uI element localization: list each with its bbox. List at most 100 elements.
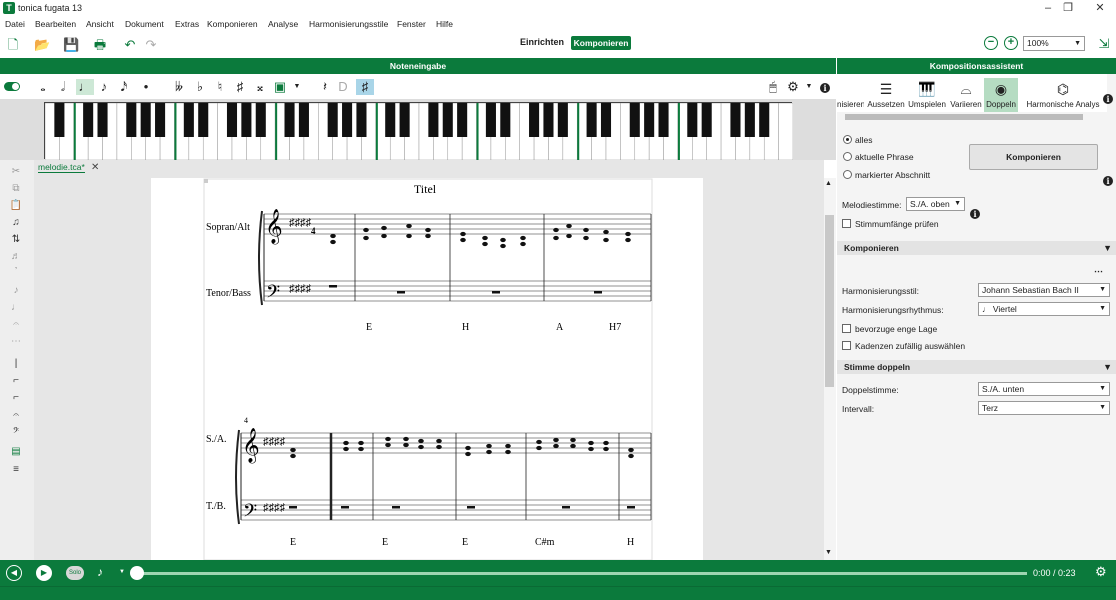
rhythmus-select[interactable]: ♩ Viertel ▼: [978, 302, 1110, 316]
save-icon[interactable]: 💾: [63, 37, 79, 53]
chord-d7-icon[interactable]: D: [336, 79, 350, 95]
open-folder-icon[interactable]: 📂: [34, 37, 50, 53]
chord-t7-icon[interactable]: ♯: [356, 79, 374, 95]
rewind-icon[interactable]: ◀: [6, 565, 22, 581]
more-options-icon[interactable]: ⋯: [1094, 266, 1103, 277]
ribbon-variieren[interactable]: ⌓ Variieren: [949, 78, 983, 112]
komponieren-button[interactable]: Komponieren: [969, 144, 1098, 170]
piano-keys[interactable]: [44, 102, 794, 161]
menu-fenster[interactable]: Fenster: [397, 19, 426, 29]
playback-knob[interactable]: [130, 566, 144, 580]
print-icon[interactable]: 🖶: [92, 37, 108, 53]
scope-abschnitt-radio[interactable]: [843, 170, 852, 179]
menu-bearbeiten[interactable]: Bearbeiten: [35, 19, 76, 29]
double-sharp-icon[interactable]: 𝄪: [253, 79, 267, 95]
half-note-icon[interactable]: 𝅗𝅥: [56, 79, 70, 95]
chevron-down-icon[interactable]: ▼: [802, 79, 816, 95]
info-icon[interactable]: i: [1103, 94, 1113, 104]
playback-track[interactable]: [136, 572, 1027, 575]
section-komponieren[interactable]: Komponieren ▼: [837, 241, 1116, 255]
info-icon[interactable]: i: [820, 83, 830, 93]
scope-phrase-radio[interactable]: [843, 152, 852, 161]
rest-icon[interactable]: 𝄽: [318, 79, 332, 95]
clef-icon[interactable]: 𝄢: [9, 427, 23, 439]
score-page[interactable]: Titel Sopran/Alt Tenor/Bass S./A. T./B. …: [151, 178, 703, 561]
ribbon-harmonische-analyse[interactable]: ⌬ Harmonische Analys: [1021, 78, 1105, 112]
kadenzen-checkbox[interactable]: [842, 341, 851, 350]
ribbon-umspielen[interactable]: 🎹 Umspielen: [907, 78, 947, 112]
menu-komponieren[interactable]: Komponieren: [207, 19, 258, 29]
tool-icon[interactable]: ⋯: [9, 336, 23, 348]
cut-icon[interactable]: ✂: [9, 166, 23, 178]
section-stimme-doppeln[interactable]: Stimme doppeln ▼: [837, 360, 1116, 374]
settings-icon[interactable]: ⚙: [1095, 564, 1107, 580]
close-button[interactable]: ✕: [1086, 0, 1114, 16]
undo-icon[interactable]: ↶: [122, 37, 138, 53]
zoom-in-icon[interactable]: +: [1004, 36, 1018, 50]
gear-icon[interactable]: ⚙: [786, 79, 800, 95]
flat-icon[interactable]: ♭: [193, 79, 207, 95]
sixteenth-note-icon[interactable]: 𝅘𝅥𝅯: [117, 79, 131, 95]
piano-keyboard[interactable]: [44, 102, 794, 161]
paste-icon[interactable]: 📋: [9, 200, 23, 212]
menu-analyse[interactable]: Analyse: [268, 19, 298, 29]
menu-extras[interactable]: Extras: [175, 19, 199, 29]
menu-harmonisierungsstile[interactable]: Harmonisierungsstile: [309, 19, 388, 29]
solo-button[interactable]: Solo: [66, 566, 84, 580]
document-tab[interactable]: melodie.tca*: [38, 162, 85, 173]
copy-icon[interactable]: ⧉: [9, 183, 23, 195]
tool-icon[interactable]: 𝄐: [9, 319, 23, 331]
enge-lage-checkbox[interactable]: [842, 324, 851, 333]
eighth-note-icon[interactable]: ♪: [97, 79, 111, 95]
melodiestimme-select[interactable]: S./A. oben ▼: [906, 197, 965, 211]
menu-datei[interactable]: Datei: [5, 19, 25, 29]
whole-note-icon[interactable]: 𝅝: [36, 79, 50, 95]
menu-ansicht[interactable]: Ansicht: [86, 19, 114, 29]
chevron-down-icon[interactable]: ▼: [119, 569, 125, 575]
chevron-down-icon[interactable]: ▼: [290, 79, 304, 95]
double-flat-icon[interactable]: 𝄫: [172, 79, 186, 95]
ribbon-aussetzen[interactable]: ☰ Aussetzen: [866, 78, 906, 112]
menu-hilfe[interactable]: Hilfe: [436, 19, 453, 29]
sharp-icon[interactable]: ♯: [233, 79, 247, 95]
mode-einrichten[interactable]: Einrichten: [520, 37, 564, 47]
score-title[interactable]: Titel: [414, 182, 437, 196]
scope-alles-radio[interactable]: [843, 135, 852, 144]
lines-icon[interactable]: ≡: [9, 464, 23, 476]
score[interactable]: Titel Sopran/Alt Tenor/Bass S./A. T./B. …: [151, 178, 703, 561]
tie-icon[interactable]: ▣: [273, 79, 287, 95]
intervall-select[interactable]: Terz ▼: [978, 401, 1110, 415]
ribbon-doppeln[interactable]: ◉ Doppeln: [984, 78, 1018, 112]
voices-icon[interactable]: ♫: [9, 217, 23, 229]
stil-select[interactable]: Johann Sebastian Bach II ▼: [978, 283, 1110, 297]
play-icon[interactable]: ▶: [36, 565, 52, 581]
page-handle[interactable]: [204, 179, 208, 183]
menu-dokument[interactable]: Dokument: [125, 19, 164, 29]
quarter-note-icon[interactable]: ♩: [76, 79, 94, 95]
new-file-icon[interactable]: 🗋: [5, 37, 21, 53]
tool-icon[interactable]: ♩: [9, 302, 23, 314]
scroll-up-icon[interactable]: ▲: [825, 180, 832, 187]
redo-icon[interactable]: ↷: [143, 37, 159, 53]
export-icon[interactable]: ⇲: [1096, 36, 1112, 52]
maximize-button[interactable]: ❐: [1054, 0, 1082, 16]
fermata-icon[interactable]: 𝄐: [9, 410, 23, 422]
volta-icon[interactable]: ⌐: [9, 392, 23, 404]
scrollbar-thumb[interactable]: [825, 215, 834, 387]
barline-icon[interactable]: |: [9, 358, 23, 370]
zoom-out-icon[interactable]: −: [984, 36, 998, 50]
tool-icon[interactable]: ♬: [9, 251, 23, 263]
repeat-icon[interactable]: ⌐: [9, 375, 23, 387]
stimmumfaenge-checkbox[interactable]: [842, 219, 851, 228]
input-toggle[interactable]: [4, 82, 20, 91]
info-icon[interactable]: i: [970, 209, 980, 219]
dot-icon[interactable]: •: [139, 79, 153, 95]
color-icon[interactable]: ▤: [9, 446, 23, 458]
tool-icon[interactable]: 𝄒: [9, 268, 23, 280]
close-tab-icon[interactable]: ✕: [91, 162, 99, 173]
info-icon[interactable]: i: [1103, 176, 1113, 186]
mouse-icon[interactable]: 🖱: [766, 79, 780, 95]
scroll-down-icon[interactable]: ▼: [825, 549, 832, 556]
mode-komponieren[interactable]: Komponieren: [571, 36, 631, 50]
doppelstimme-select[interactable]: S./A. unten ▼: [978, 382, 1110, 396]
